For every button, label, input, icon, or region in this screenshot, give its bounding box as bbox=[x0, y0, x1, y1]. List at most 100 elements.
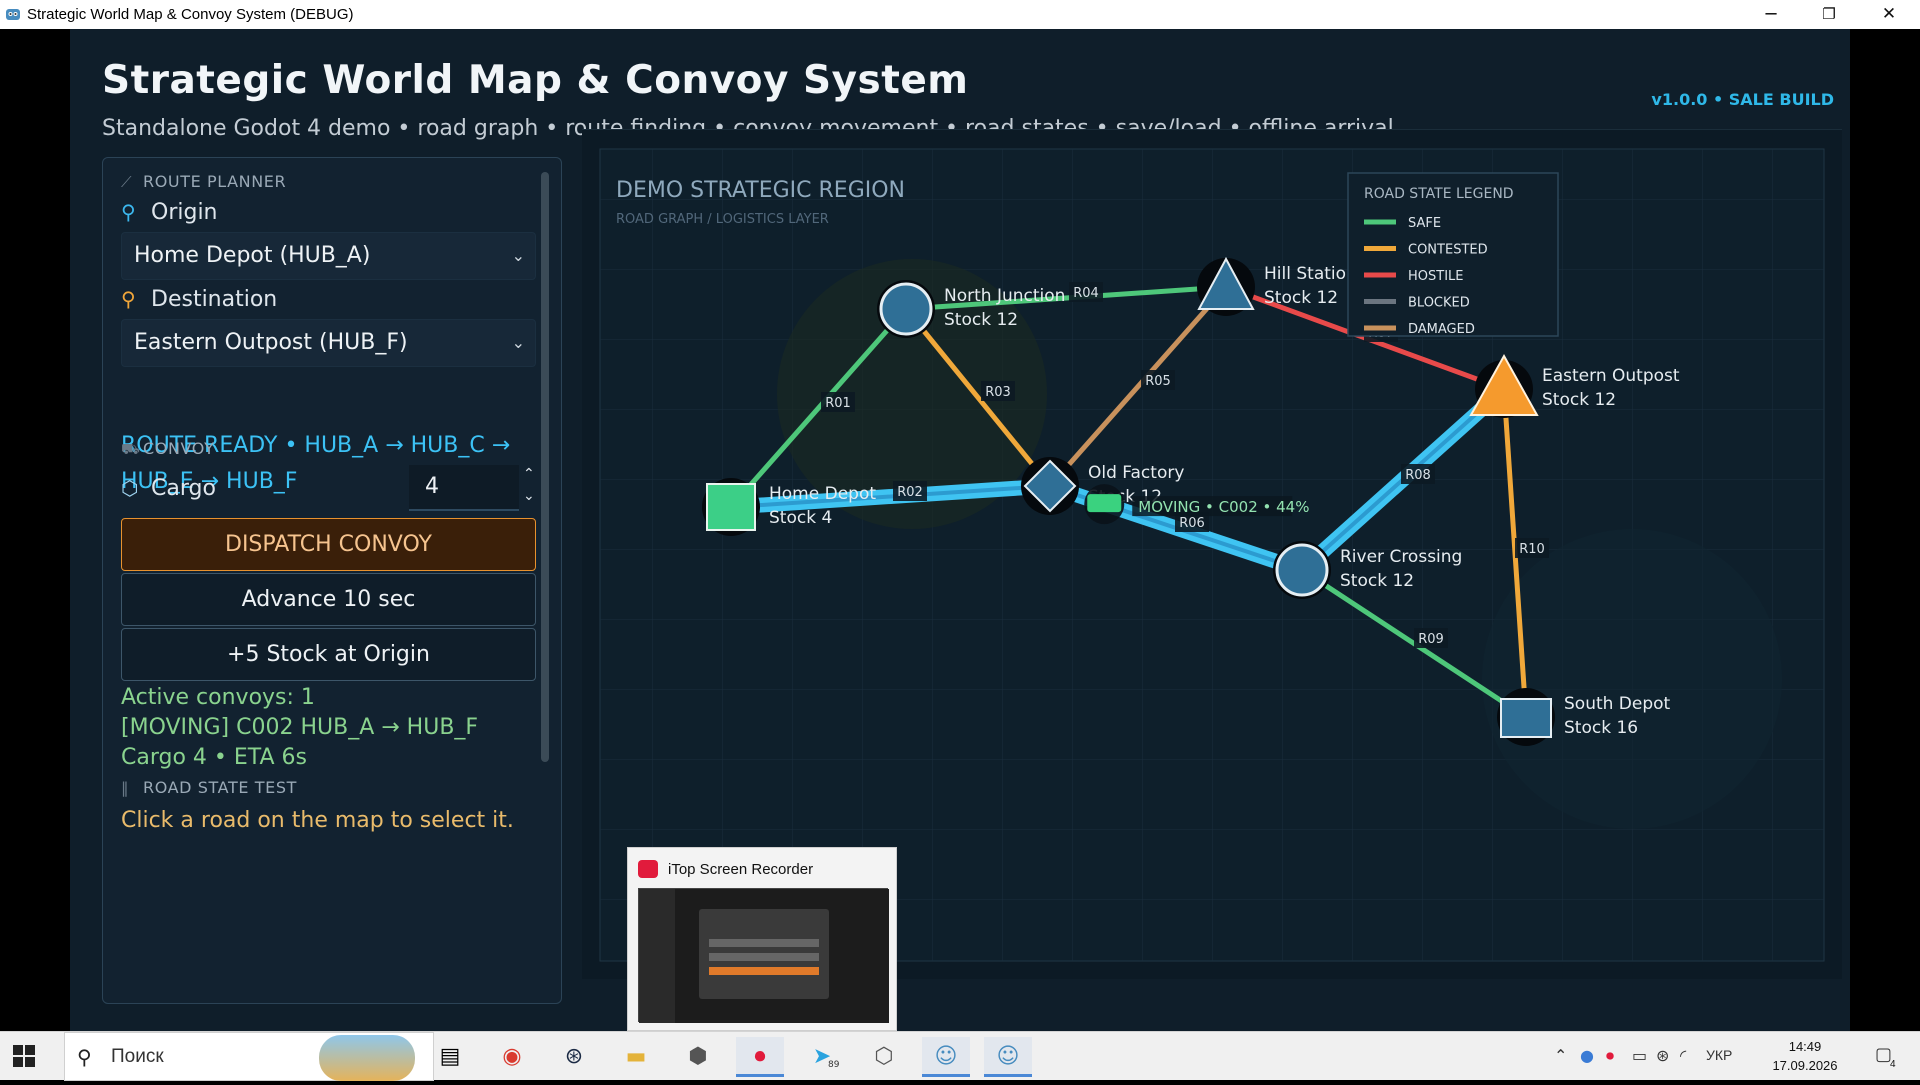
road-label-R03[interactable]: R03 bbox=[981, 381, 1015, 401]
hub-stock: Stock 12 bbox=[944, 310, 1018, 330]
letterbox-right bbox=[1850, 29, 1920, 1031]
road-label-text: R08 bbox=[1405, 468, 1431, 483]
road-state-test-header: ‖ ROAD STATE TEST bbox=[121, 778, 297, 797]
legend-label: BLOCKED bbox=[1408, 296, 1470, 311]
hub-name: Hill Station bbox=[1264, 264, 1357, 284]
road-label-R08[interactable]: R08 bbox=[1401, 464, 1435, 484]
close-button[interactable]: ✕ bbox=[1860, 0, 1918, 29]
spinner-down-icon[interactable]: ⌄ bbox=[523, 488, 535, 504]
letterbox-left bbox=[0, 29, 70, 1031]
origin-label-row: ⚲ Origin bbox=[121, 200, 218, 225]
hub-stock: Stock 16 bbox=[1564, 718, 1638, 738]
route-planner-panel: ⟋ ROUTE PLANNER ⚲ Origin Home Depot (HUB_A… bbox=[102, 157, 562, 1004]
road-label-R01[interactable]: R01 bbox=[821, 392, 855, 412]
active-convoys-count: Active convoys: 1 bbox=[121, 685, 315, 710]
origin-label: Origin bbox=[151, 200, 218, 225]
recorder-tray-icon[interactable]: ⏺ bbox=[1606, 1046, 1614, 1066]
legend-label: DAMAGED bbox=[1408, 322, 1475, 337]
road-icon: ‖ bbox=[121, 779, 130, 797]
origin-select-value: Home Depot (HUB_A) bbox=[134, 243, 371, 268]
convoy-title: ⛟ CONVOY bbox=[121, 439, 215, 460]
add-stock-button[interactable]: +5 Stock at Origin bbox=[121, 628, 536, 681]
region-title: DEMO STRATEGIC REGION bbox=[616, 178, 905, 203]
unity-icon[interactable]: ⬢ bbox=[674, 1037, 722, 1077]
telegram-icon[interactable]: ➤ 89 bbox=[798, 1037, 846, 1077]
destination-select[interactable]: Eastern Outpost (HUB_F) ⌄ bbox=[121, 319, 536, 367]
advance-time-button[interactable]: Advance 10 sec bbox=[121, 573, 536, 626]
road-label-text: R10 bbox=[1519, 542, 1545, 557]
hub-name: North Junction bbox=[944, 286, 1065, 306]
spinner-up-icon[interactable]: ⌃ bbox=[523, 466, 535, 482]
hub-name: River Crossing bbox=[1340, 547, 1462, 567]
minimize-button[interactable]: ─ bbox=[1742, 0, 1800, 29]
truck-icon bbox=[1087, 494, 1122, 513]
road-state-legend: ROAD STATE LEGEND SAFE CONTESTED HOSTILE BL… bbox=[1347, 172, 1559, 337]
chrome-icon[interactable]: ◉ bbox=[488, 1037, 536, 1077]
road-label-R10[interactable]: R10 bbox=[1515, 538, 1549, 558]
maximize-button[interactable]: ❐ bbox=[1800, 0, 1858, 29]
hub-icon-square bbox=[706, 483, 756, 531]
destination-label-row: ⚲ Destination bbox=[121, 287, 277, 312]
panel-scrollbar[interactable] bbox=[541, 172, 549, 762]
hub-icon-circle bbox=[879, 282, 933, 336]
hub-name: Eastern Outpost bbox=[1542, 366, 1680, 386]
unity-hub-icon[interactable]: ⬡ bbox=[860, 1037, 908, 1077]
system-tray: ⌃ ● ⏺ ▭ ⊛ ◜ УКР 14:49 17.09.2026 ▢ 4 bbox=[1550, 1032, 1920, 1081]
windows-start-icon[interactable] bbox=[12, 1044, 36, 1068]
road-label-text: R02 bbox=[897, 485, 923, 500]
road-label-text: R04 bbox=[1073, 286, 1099, 301]
hub-stock: Stock 12 bbox=[1264, 288, 1338, 308]
convoy-label: CONVOY bbox=[143, 439, 215, 458]
search-icon: ⚲ bbox=[77, 1045, 92, 1069]
recorder-preview-thumbnail[interactable] bbox=[638, 888, 889, 1023]
road-label-R04[interactable]: R04 bbox=[1069, 282, 1103, 302]
road-label-R05[interactable]: R05 bbox=[1141, 370, 1175, 390]
destination-label: Destination bbox=[151, 287, 278, 312]
chevron-down-icon: ⌄ bbox=[511, 246, 525, 265]
hub-name: South Depot bbox=[1564, 694, 1671, 714]
steam-icon[interactable]: ⊛ bbox=[550, 1037, 598, 1077]
cargo-input[interactable]: 4 bbox=[409, 465, 519, 511]
convoy-label: MOVING • C002 • 44% bbox=[1138, 498, 1309, 516]
task-view-icon[interactable]: ▤ bbox=[426, 1037, 474, 1077]
file-explorer-icon[interactable]: ▬ bbox=[612, 1037, 660, 1077]
road-state-test-label: ROAD STATE TEST bbox=[143, 778, 297, 797]
telegram-badge: 89 bbox=[828, 1060, 840, 1070]
window-titlebar: Strategic World Map & Convoy System (DEB… bbox=[0, 0, 1920, 29]
location-pin-icon: ⚲ bbox=[121, 200, 136, 224]
taskbar-clock[interactable]: 14:49 17.09.2026 bbox=[1760, 1037, 1850, 1075]
destination-select-value: Eastern Outpost (HUB_F) bbox=[134, 330, 408, 355]
road-label-R09[interactable]: R09 bbox=[1414, 628, 1448, 648]
language-indicator[interactable]: УКР bbox=[1706, 1047, 1732, 1063]
network-globe-icon[interactable]: ● bbox=[1580, 1046, 1594, 1065]
legend-label: SAFE bbox=[1408, 216, 1441, 231]
notification-count: 4 bbox=[1890, 1059, 1896, 1070]
taskbar-search[interactable]: ⚲ Поиск bbox=[64, 1032, 434, 1081]
steam-tray-icon[interactable]: ⊛ bbox=[1656, 1046, 1669, 1065]
chevron-up-icon[interactable]: ⌃ bbox=[1554, 1046, 1567, 1065]
search-highlight-image bbox=[319, 1035, 415, 1081]
route-planner-label: ROUTE PLANNER bbox=[143, 172, 287, 191]
box-icon: ⬡ bbox=[121, 476, 139, 500]
road-label-R02[interactable]: R02 bbox=[893, 481, 927, 501]
godot-app-icon bbox=[6, 9, 20, 20]
recorder-title: iTop Screen Recorder bbox=[668, 861, 814, 878]
godot-game-icon[interactable]: ☺ bbox=[984, 1037, 1032, 1077]
hub-stock: Stock 12 bbox=[1340, 571, 1414, 591]
screen-recorder-popup[interactable]: iTop Screen Recorder bbox=[627, 847, 897, 1031]
truck-icon: ⛟ bbox=[121, 440, 141, 458]
route-icon: ⟋ bbox=[121, 173, 133, 191]
road-label-text: R05 bbox=[1145, 374, 1171, 389]
app-title: Strategic World Map & Convoy System bbox=[102, 58, 969, 103]
battery-icon[interactable]: ▭ bbox=[1632, 1046, 1647, 1065]
wifi-icon[interactable]: ◜ bbox=[1680, 1046, 1686, 1065]
hub-stock: Stock 4 bbox=[769, 508, 832, 528]
origin-select[interactable]: Home Depot (HUB_A) ⌄ bbox=[121, 232, 536, 280]
game-viewport: Strategic World Map & Convoy System Stan… bbox=[70, 29, 1850, 1031]
godot-icon[interactable]: ☺ bbox=[922, 1037, 970, 1077]
hub-stock: Stock 12 bbox=[1542, 390, 1616, 410]
hub-icon-square bbox=[1500, 698, 1552, 738]
dispatch-convoy-button[interactable]: DISPATCH CONVOY bbox=[121, 518, 536, 571]
clock-time: 14:49 bbox=[1788, 1039, 1822, 1054]
recorder-taskbar-icon[interactable]: ⏺ bbox=[736, 1037, 784, 1077]
